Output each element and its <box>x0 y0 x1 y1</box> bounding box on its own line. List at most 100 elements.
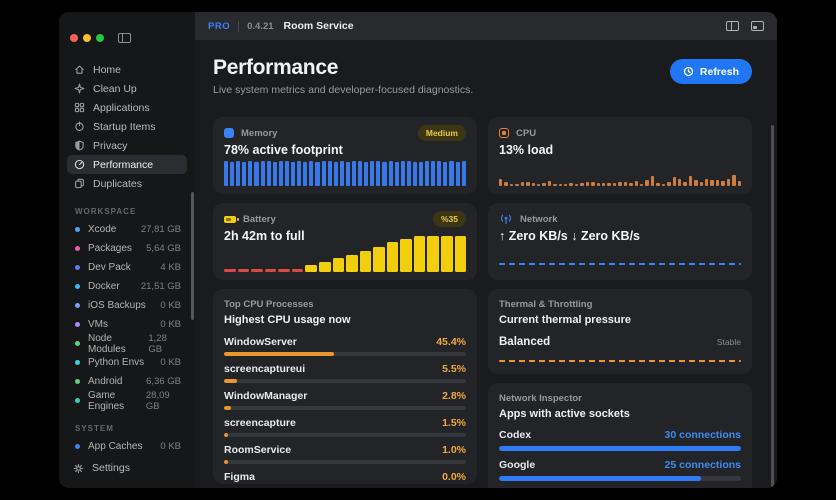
process-name: WindowManager <box>224 390 308 402</box>
chart-bar <box>710 180 714 186</box>
chart-bar <box>726 178 731 186</box>
category-dot <box>75 444 80 449</box>
chart-bar <box>688 175 693 186</box>
refresh-label: Refresh <box>699 65 739 78</box>
chart-bar <box>332 258 345 272</box>
chart-bar <box>602 183 606 186</box>
sidebar-item-docker[interactable]: Docker 21,51 GB <box>59 277 195 296</box>
chart-bar <box>437 161 442 186</box>
sidebar-item-ios-backups[interactable]: iOS Backups 0 KB <box>59 296 195 315</box>
version-label: 0.4.21 <box>247 20 274 32</box>
network-label: Network <box>520 213 558 225</box>
sidebar-toggle-icon[interactable] <box>118 33 131 43</box>
sidebar-item-clean-up[interactable]: Clean Up <box>67 79 187 98</box>
chart-bar <box>694 179 698 186</box>
chart-bar <box>585 182 590 186</box>
chart-bar <box>359 251 372 272</box>
chart-bar <box>623 181 628 186</box>
copy-icon <box>74 178 85 189</box>
zoom-window-button[interactable] <box>96 34 104 42</box>
sidebar-item-home[interactable]: Home <box>67 60 187 79</box>
sidebar-item-xcode[interactable]: Xcode 27,81 GB <box>59 220 195 239</box>
sparkle-icon <box>74 83 85 94</box>
app-window: Home Clean Up Applications Startup Items Pri… <box>59 12 777 488</box>
memory-icon <box>224 128 234 138</box>
chart-bar <box>260 161 265 186</box>
chart-bar <box>705 179 709 186</box>
battery-chart <box>224 236 467 272</box>
sidebar-item-applications[interactable]: Applications <box>67 98 187 117</box>
process-bar-fill <box>224 406 231 410</box>
thermal-status: Stable <box>716 337 741 347</box>
socket-bar-track <box>499 446 741 451</box>
process-name: screencaptureui <box>224 363 306 375</box>
chart-bar <box>569 183 573 186</box>
sidebar: Home Clean Up Applications Startup Items Pri… <box>59 12 195 488</box>
category-label: Android <box>88 376 123 387</box>
process-row-figma: Figma 0.0% <box>224 471 466 484</box>
category-label: Game Engines <box>88 389 125 412</box>
chart-bar <box>699 181 704 186</box>
sidebar-scrollbar[interactable] <box>191 192 194 320</box>
mini-window-icon[interactable] <box>751 21 764 31</box>
main-area: PRO 0.4.21 Room Service Performance Live… <box>195 12 777 488</box>
chart-bar <box>318 261 331 272</box>
workspace-section-label: WORKSPACE <box>75 207 137 216</box>
socket-connections: 25 connections <box>664 459 741 471</box>
chart-bar <box>333 161 338 186</box>
sidebar-item-label: Privacy <box>93 139 128 152</box>
sidebar-item-label: Home <box>93 63 122 76</box>
process-percent: 45.4% <box>436 336 466 348</box>
refresh-icon <box>683 66 694 77</box>
sidebar-item-game-engines[interactable]: Game Engines 28,09 GB <box>59 389 195 412</box>
chart-bar <box>303 161 308 186</box>
chart-bar <box>373 246 385 272</box>
chart-bar <box>321 160 326 186</box>
sidebar-item-dev-pack[interactable]: Dev Pack 4 KB <box>59 258 195 277</box>
category-size: 28,09 GB <box>145 389 170 412</box>
sidebar-item-packages[interactable]: Packages 5,64 GB <box>59 239 195 258</box>
sidebar-item-node-modules[interactable]: Node Modules 1,28 GB <box>59 333 195 355</box>
sidebar-item-settings[interactable]: Settings <box>73 462 130 474</box>
chart-bar <box>237 269 250 272</box>
system-section-label: SYSTEM <box>75 424 114 433</box>
process-row-screencapture: screencapture 1.5% <box>224 417 466 437</box>
category-label: Dev Pack <box>88 262 131 273</box>
chart-bar <box>553 183 557 186</box>
battery-percent-badge: %35 <box>432 211 466 227</box>
memory-label: Memory <box>241 127 278 139</box>
socket-bar-fill <box>499 446 741 451</box>
page-title: Performance <box>213 56 339 79</box>
sidebar-item-privacy[interactable]: Privacy <box>67 136 187 155</box>
chart-bar <box>441 236 453 272</box>
sidebar-item-app-caches[interactable]: App Caches 0 KB <box>59 437 195 456</box>
cpu-card: CPU 13% load <box>488 117 752 194</box>
network-antenna-icon <box>499 214 513 225</box>
panel-layout-icon[interactable] <box>726 21 739 31</box>
chart-bar <box>345 161 350 186</box>
category-size: 0 KB <box>160 441 181 452</box>
inspector-subtitle: Apps with active sockets <box>499 408 630 420</box>
chart-bar <box>248 160 253 186</box>
content-scrollbar[interactable] <box>771 125 774 488</box>
traffic-lights <box>59 12 195 43</box>
shield-icon <box>74 140 85 151</box>
process-row-screencaptureui: screencaptureui 5.5% <box>224 363 466 383</box>
sidebar-item-performance[interactable]: Performance <box>67 155 187 174</box>
category-dot <box>75 303 80 308</box>
minimize-window-button[interactable] <box>83 34 91 42</box>
chart-bar <box>266 161 271 186</box>
refresh-button[interactable]: Refresh <box>669 59 752 84</box>
category-size: 5,64 GB <box>146 243 181 254</box>
cpu-value: 13% load <box>499 143 554 157</box>
battery-card: Battery %35 2h 42m to full <box>213 203 477 280</box>
sidebar-item-startup-items[interactable]: Startup Items <box>67 117 187 136</box>
close-window-button[interactable] <box>70 34 78 42</box>
sidebar-item-vms[interactable]: VMs 0 KB <box>59 315 195 334</box>
sidebar-item-duplicates[interactable]: Duplicates <box>67 174 187 193</box>
chart-bar <box>634 181 638 186</box>
memory-chart <box>224 160 466 186</box>
sidebar-item-python-envs[interactable]: Python Envs 0 KB <box>59 353 195 372</box>
socket-bar-fill <box>499 476 701 481</box>
sidebar-item-android[interactable]: Android 6,36 GB <box>59 372 195 391</box>
